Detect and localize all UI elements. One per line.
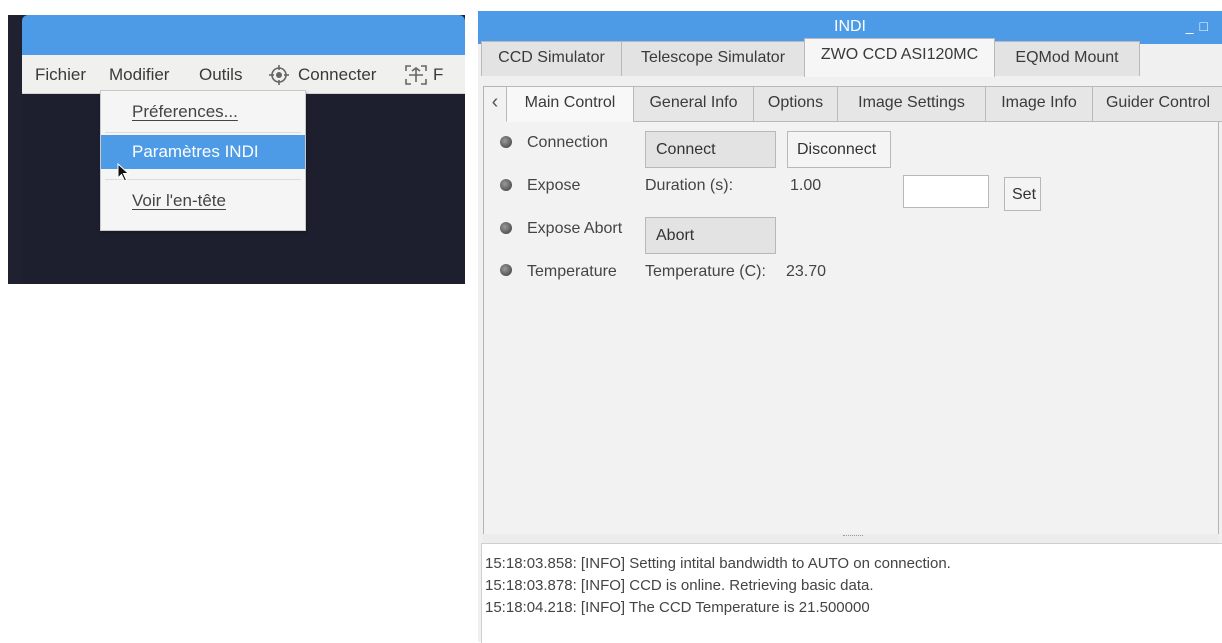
temperature-value: 23.70 — [786, 263, 827, 280]
set-button[interactable]: Set — [1004, 177, 1041, 211]
menu-bar: Fichier Modifier Outils Connecter F — [22, 55, 465, 94]
frame-button[interactable]: F — [405, 65, 443, 85]
menu-item-voir-entete[interactable]: Voir l'en-tête — [101, 184, 305, 218]
frame-label: F — [433, 65, 444, 84]
menu-item-parametres-indi[interactable]: Paramètres INDI — [101, 135, 305, 169]
tab-label: Image Settings — [858, 94, 965, 111]
temperature-label: Temperature — [527, 263, 617, 280]
abort-button[interactable]: Abort — [645, 217, 776, 254]
button-label: Abort — [656, 227, 695, 244]
crosshair-icon — [269, 65, 289, 85]
menu-item-label: Voir l'en-tête — [132, 191, 226, 210]
minimize-icon[interactable]: _ — [1186, 18, 1200, 34]
disconnect-button[interactable]: Disconnect — [787, 131, 891, 168]
connection-label: Connection — [527, 134, 608, 151]
menu-item-preferences[interactable]: Préferences... — [101, 95, 305, 129]
menu-divider — [105, 132, 301, 133]
tab-image-info[interactable]: Image Info — [985, 86, 1093, 122]
tab-label: Options — [767, 94, 824, 111]
duration-input[interactable] — [903, 175, 989, 208]
menu-outils[interactable]: Outils — [199, 65, 242, 85]
log-line: 15:18:03.858: [INFO] Setting intital ban… — [485, 555, 951, 572]
menu-modifier[interactable]: Modifier — [109, 65, 169, 85]
splitter-grip — [843, 535, 863, 538]
menu-fichier[interactable]: Fichier — [35, 65, 86, 85]
maximize-icon[interactable]: □ — [1200, 18, 1214, 34]
expose-abort-status-led — [500, 222, 512, 234]
tab-main-control[interactable]: Main Control — [506, 86, 634, 122]
message-log[interactable]: 15:18:03.858: [INFO] Setting intital ban… — [481, 543, 1222, 643]
log-line: 15:18:03.878: [INFO] CCD is online. Retr… — [485, 577, 874, 594]
tab-image-settings[interactable]: Image Settings — [837, 86, 986, 122]
tab-label: Guider Control — [1105, 94, 1211, 111]
duration-label: Duration (s): — [645, 177, 734, 194]
connection-status-led — [500, 136, 512, 148]
log-line: 15:18:04.218: [INFO] The CCD Temperature… — [485, 599, 870, 616]
tab-label: Telescope Simulator — [640, 49, 786, 66]
button-label: Disconnect — [797, 141, 877, 158]
tab-options[interactable]: Options — [753, 86, 838, 122]
app-title-bar[interactable] — [22, 15, 465, 55]
tab-telescope-simulator[interactable]: Telescope Simulator — [621, 41, 805, 76]
button-label: Set — [1012, 186, 1037, 203]
tab-ccd-simulator[interactable]: CCD Simulator — [481, 41, 622, 76]
tab-general-info[interactable]: General Info — [633, 86, 754, 122]
tab-eqmod-mount[interactable]: EQMod Mount — [994, 41, 1140, 76]
temperature-status-led — [500, 264, 512, 276]
tab-zwo-ccd[interactable]: ZWO CCD ASI120MC — [804, 38, 995, 77]
expose-status-led — [500, 179, 512, 191]
tab-label: EQMod Mount — [1015, 49, 1119, 66]
connecter-label: Connecter — [298, 65, 377, 84]
modifier-dropdown: Préferences... Paramètres INDI Voir l'en… — [100, 90, 306, 231]
window-title: INDI — [834, 18, 866, 35]
menu-divider — [105, 179, 301, 180]
duration-value: 1.00 — [790, 177, 822, 194]
tab-label: ZWO CCD ASI120MC — [820, 46, 979, 63]
tab-guider-control[interactable]: Guider Control — [1092, 86, 1222, 122]
tab-label: General Info — [649, 94, 738, 111]
menu-item-label: Préferences... — [132, 102, 238, 121]
tab-label: Image Info — [1001, 94, 1077, 111]
button-label: Connect — [656, 141, 716, 158]
tab-label: Main Control — [524, 94, 616, 111]
temperature-field-label: Temperature (C): — [645, 263, 766, 280]
expose-abort-label: Expose Abort — [527, 220, 623, 237]
window-controls: _□ — [1186, 18, 1214, 34]
tab-label: CCD Simulator — [498, 49, 605, 66]
connecter-button[interactable]: Connecter — [269, 65, 376, 85]
connect-button[interactable]: Connect — [645, 131, 776, 168]
menu-item-label: Paramètres INDI — [132, 142, 259, 161]
mouse-cursor-icon — [117, 163, 130, 182]
expose-label: Expose — [527, 177, 581, 194]
chevron-left-icon[interactable]: ‹ — [485, 86, 505, 120]
frame-icon — [405, 65, 427, 85]
